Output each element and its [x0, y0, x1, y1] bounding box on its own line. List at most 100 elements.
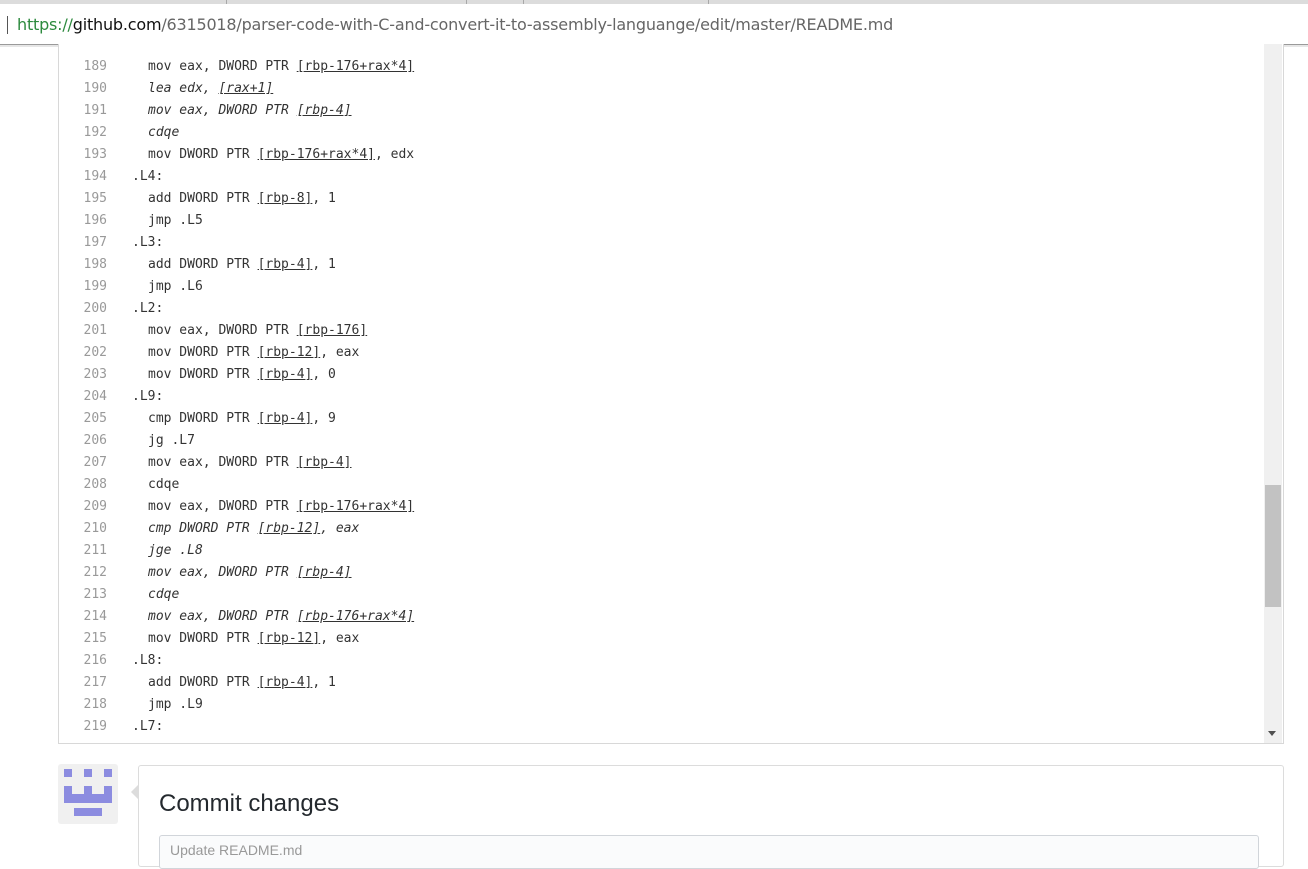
code-text: mov eax, DWORD PTR [rbp-176+rax*4] [148, 496, 414, 518]
code-line[interactable]: 212 mov eax, DWORD PTR [rbp-4] [59, 562, 1259, 584]
code-text: cmp DWORD PTR [rbp-4], 9 [148, 408, 336, 430]
code-line[interactable]: 193 mov DWORD PTR [rbp-176+rax*4], edx [59, 144, 1259, 166]
code-text: mov eax, DWORD PTR [rbp-176+rax*4] [148, 56, 414, 78]
memory-operand: [rbp-12] [257, 521, 321, 536]
code-token: .L4: [132, 169, 164, 184]
code-line[interactable]: 194 .L4: [59, 166, 1259, 188]
code-token: lea edx, [148, 81, 219, 96]
code-text: cdqe [148, 122, 179, 144]
code-token: , 1 [312, 257, 336, 272]
code-line[interactable]: 218 jmp .L9 [59, 694, 1259, 716]
line-number: 205 [83, 411, 107, 426]
avatar-pixel [64, 794, 112, 803]
avatar-pixel [64, 786, 72, 794]
code-line[interactable]: 202 mov DWORD PTR [rbp-12], eax [59, 342, 1259, 364]
code-line[interactable]: 216 .L8: [59, 650, 1259, 672]
code-line[interactable]: 219 .L7: [59, 716, 1259, 738]
memory-operand: [rbp-176+rax*4] [257, 147, 375, 162]
code-line[interactable]: 213 cdqe [59, 584, 1259, 606]
scroll-down-icon[interactable] [1268, 731, 1276, 736]
avatar-pixel [84, 769, 92, 777]
code-token: mov eax, DWORD PTR [148, 323, 297, 338]
code-line[interactable]: 195 add DWORD PTR [rbp-8], 1 [59, 188, 1259, 210]
line-number: 204 [83, 389, 107, 404]
avatar[interactable] [58, 764, 118, 824]
memory-operand: [rbp-4] [257, 367, 313, 382]
code-line[interactable]: 205 cmp DWORD PTR [rbp-4], 9 [59, 408, 1259, 430]
code-token: , eax [320, 521, 360, 536]
code-token: , 1 [312, 675, 336, 690]
code-line[interactable]: 209 mov eax, DWORD PTR [rbp-176+rax*4] [59, 496, 1259, 518]
code-token: mov eax, DWORD PTR [148, 59, 297, 74]
code-text: lea edx, [rax+1] [148, 78, 273, 100]
code-line[interactable]: 198 add DWORD PTR [rbp-4], 1 [59, 254, 1259, 276]
code-line[interactable]: 214 mov eax, DWORD PTR [rbp-176+rax*4] [59, 606, 1259, 628]
code-text: add DWORD PTR [rbp-8], 1 [148, 188, 336, 210]
code-text: .L8: [132, 650, 163, 672]
line-number: 212 [83, 565, 107, 580]
code-line[interactable]: 201 mov eax, DWORD PTR [rbp-176] [59, 320, 1259, 342]
code-text: cdqe [148, 584, 179, 606]
code-text: add DWORD PTR [rbp-4], 1 [148, 672, 336, 694]
code-token: mov DWORD PTR [148, 345, 258, 360]
code-line[interactable]: 189 mov eax, DWORD PTR [rbp-176+rax*4] [59, 56, 1259, 78]
code-line[interactable]: 207 mov eax, DWORD PTR [rbp-4] [59, 452, 1259, 474]
code-text: mov DWORD PTR [rbp-176+rax*4], edx [148, 144, 414, 166]
line-number: 213 [83, 587, 107, 602]
code-line[interactable]: 208 cdqe [59, 474, 1259, 496]
code-line[interactable]: 210 cmp DWORD PTR [rbp-12], eax [59, 518, 1259, 540]
code-line[interactable]: 203 mov DWORD PTR [rbp-4], 0 [59, 364, 1259, 386]
code-line[interactable]: 197 .L3: [59, 232, 1259, 254]
code-token: jmp .L6 [148, 279, 203, 294]
code-token: , 0 [312, 367, 336, 382]
code-line[interactable]: 191 mov eax, DWORD PTR [rbp-4] [59, 100, 1259, 122]
code-text: mov eax, DWORD PTR [rbp-4] [148, 562, 352, 584]
code-line[interactable]: 190 lea edx, [rax+1] [59, 78, 1259, 100]
code-token: , eax [320, 631, 360, 646]
code-token: mov DWORD PTR [148, 147, 258, 162]
code-line[interactable]: 192 cdqe [59, 122, 1259, 144]
memory-operand: [rbp-8] [257, 191, 313, 206]
code-text: jge .L8 [148, 540, 203, 562]
code-line[interactable]: 196 jmp .L5 [59, 210, 1259, 232]
line-number: 210 [83, 521, 107, 536]
memory-operand: [rbp-4] [296, 103, 352, 118]
code-line[interactable]: 217 add DWORD PTR [rbp-4], 1 [59, 672, 1259, 694]
code-token: cdqe [148, 125, 180, 140]
code-token: cdqe [148, 587, 180, 602]
code-line[interactable]: 199 jmp .L6 [59, 276, 1259, 298]
code-text: .L2: [132, 298, 163, 320]
line-number: 202 [83, 345, 107, 360]
line-number: 219 [83, 719, 107, 734]
commit-summary-input[interactable]: Update README.md [159, 835, 1259, 869]
line-number: 217 [83, 675, 107, 690]
code-text: mov DWORD PTR [rbp-4], 0 [148, 364, 336, 386]
code-line[interactable]: 200 .L2: [59, 298, 1259, 320]
scrollbar-thumb[interactable] [1265, 485, 1281, 607]
line-number: 206 [83, 433, 107, 448]
code-token: mov eax, DWORD PTR [148, 103, 297, 118]
code-line[interactable]: 215 mov DWORD PTR [rbp-12], eax [59, 628, 1259, 650]
code-token: .L2: [132, 301, 164, 316]
code-editor[interactable]: 189 mov eax, DWORD PTR [rbp-176+rax*4] 190… [58, 44, 1284, 744]
line-number: 191 [83, 103, 107, 118]
code-line[interactable]: 211 jge .L8 [59, 540, 1259, 562]
code-token: cmp DWORD PTR [148, 521, 258, 536]
code-text: .L4: [132, 166, 163, 188]
editor-scrollbar[interactable] [1264, 44, 1282, 743]
code-lines: 189 mov eax, DWORD PTR [rbp-176+rax*4] 190… [59, 56, 1259, 738]
code-line[interactable]: 204 .L9: [59, 386, 1259, 408]
code-token: mov eax, DWORD PTR [148, 609, 297, 624]
address-bar[interactable]: https://github.com/6315018/parser-code-w… [0, 4, 1308, 45]
memory-operand: [rbp-12] [257, 631, 321, 646]
code-line[interactable]: 206 jg .L7 [59, 430, 1259, 452]
text-caret [7, 16, 8, 34]
code-token: jmp .L9 [148, 697, 203, 712]
code-text: jmp .L6 [148, 276, 203, 298]
memory-operand: [rbp-4] [257, 675, 313, 690]
url-text[interactable]: https://github.com/6315018/parser-code-w… [17, 15, 893, 34]
commit-title: Commit changes [159, 790, 340, 817]
code-text: .L7: [132, 716, 163, 738]
avatar-pixel [104, 769, 112, 777]
code-token: , eax [320, 345, 360, 360]
